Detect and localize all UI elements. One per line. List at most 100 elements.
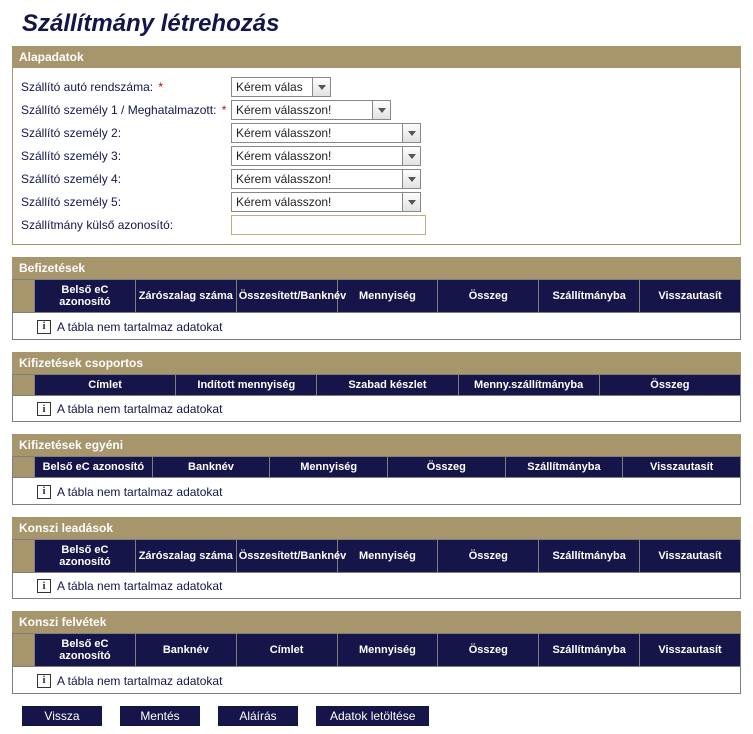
- empty-msg: i A tábla nem tartalmaz adatokat: [37, 485, 222, 499]
- col-header: Összeg: [599, 374, 740, 395]
- row-person5: Szállító személy 5: Kérem válasszon!: [21, 192, 732, 212]
- table-befizetesek: Belső eC azonosító Zárószalag száma Össz…: [12, 279, 741, 340]
- empty-msg-text: A tábla nem tartalmaz adatokat: [57, 402, 222, 416]
- section-basic-body: Szállító autó rendszáma: * Kérem válas S…: [12, 68, 741, 245]
- col-header: Szállítmányba: [539, 634, 640, 667]
- label-person3: Szállító személy 3:: [21, 149, 231, 163]
- table-header-row: Belső eC azonosító Zárószalag száma Össz…: [13, 280, 741, 313]
- chevron-down-icon: [372, 101, 390, 119]
- col-checkbox: [13, 539, 35, 572]
- table-kifiz-egyeni: Belső eC azonosító Banknév Mennyiség Öss…: [12, 456, 741, 505]
- select-plate-value: Kérem válas: [236, 80, 303, 94]
- table-kifiz-csoportos: Címlet Indított mennyiség Szabad készlet…: [12, 374, 741, 423]
- label-person1: Szállító személy 1 / Meghatalmazott: *: [21, 103, 231, 117]
- label-person4: Szállító személy 4:: [21, 172, 231, 186]
- input-extid[interactable]: [231, 215, 426, 235]
- section-basic: Alapadatok Szállító autó rendszáma: * Ké…: [12, 46, 741, 245]
- select-plate[interactable]: Kérem válas: [231, 77, 331, 97]
- col-header: Menny.szállítmányba: [458, 374, 599, 395]
- table-row: i A tábla nem tartalmaz adatokat: [13, 395, 741, 422]
- section-befizetesek-title: Befizetések: [12, 257, 741, 279]
- save-button[interactable]: Mentés: [120, 706, 200, 726]
- select-person4[interactable]: Kérem válasszon!: [231, 169, 421, 189]
- table-header-row: Címlet Indított mennyiség Szabad készlet…: [13, 374, 741, 395]
- col-header: Összeg: [438, 539, 539, 572]
- col-header: Visszautasít: [640, 634, 741, 667]
- label-person1-text: Szállító személy 1 / Meghatalmazott:: [21, 103, 216, 117]
- chevron-down-icon: [402, 193, 420, 211]
- empty-msg: i A tábla nem tartalmaz adatokat: [37, 402, 222, 416]
- col-header: Visszautasít: [640, 539, 741, 572]
- required-star: *: [222, 103, 227, 117]
- info-icon: i: [37, 579, 51, 593]
- section-konszi-leadasok: Konszi leadások Belső eC azonosító Zárós…: [12, 517, 741, 600]
- select-person5[interactable]: Kérem válasszon!: [231, 192, 421, 212]
- section-basic-title: Alapadatok: [12, 46, 741, 68]
- section-kifiz-egyeni-title: Kifizetések egyéni: [12, 434, 741, 456]
- col-header: Összeg: [438, 634, 539, 667]
- col-header: Mennyiség: [270, 457, 388, 478]
- select-person2[interactable]: Kérem válasszon!: [231, 123, 421, 143]
- row-person4: Szállító személy 4: Kérem válasszon!: [21, 169, 732, 189]
- chevron-down-icon: [402, 170, 420, 188]
- col-header: Zárószalag száma: [135, 539, 236, 572]
- table-row: i A tábla nem tartalmaz adatokat: [13, 478, 741, 505]
- row-plate: Szállító autó rendszáma: * Kérem válas: [21, 77, 732, 97]
- sign-button[interactable]: Aláírás: [218, 706, 298, 726]
- empty-msg-text: A tábla nem tartalmaz adatokat: [57, 674, 222, 688]
- section-konszi-felvetek: Konszi felvétek Belső eC azonosító Bankn…: [12, 611, 741, 694]
- row-person2: Szállító személy 2: Kérem válasszon!: [21, 123, 732, 143]
- table-row: i A tábla nem tartalmaz adatokat: [13, 572, 741, 599]
- col-header: Címlet: [236, 634, 337, 667]
- col-header: Visszautasít: [640, 280, 741, 313]
- info-icon: i: [37, 485, 51, 499]
- label-person2: Szállító személy 2:: [21, 126, 231, 140]
- section-kifiz-egyeni: Kifizetések egyéni Belső eC azonosító Ba…: [12, 434, 741, 505]
- col-header: Belső eC azonosító: [35, 634, 136, 667]
- table-row: i A tábla nem tartalmaz adatokat: [13, 667, 741, 694]
- col-header: Címlet: [35, 374, 176, 395]
- col-header: Szabad készlet: [317, 374, 458, 395]
- label-extid: Szállítmány külső azonosító:: [21, 218, 231, 232]
- download-button[interactable]: Adatok letöltése: [316, 706, 429, 726]
- select-person2-value: Kérem válasszon!: [236, 126, 331, 140]
- col-header: Banknév: [135, 634, 236, 667]
- table-konszi-leadasok: Belső eC azonosító Zárószalag száma Össz…: [12, 539, 741, 600]
- select-person5-value: Kérem válasszon!: [236, 195, 331, 209]
- select-person1-value: Kérem válasszon!: [236, 103, 331, 117]
- col-checkbox: [13, 374, 35, 395]
- select-person1[interactable]: Kérem válasszon!: [231, 100, 391, 120]
- select-person3[interactable]: Kérem válasszon!: [231, 146, 421, 166]
- button-row: Vissza Mentés Aláírás Adatok letöltése: [12, 706, 741, 726]
- section-konszi-felvetek-title: Konszi felvétek: [12, 611, 741, 633]
- chevron-down-icon: [402, 147, 420, 165]
- col-header: Visszautasít: [623, 457, 741, 478]
- col-checkbox: [13, 457, 35, 478]
- page-title: Szállítmány létrehozás: [22, 10, 741, 38]
- col-header: Banknév: [152, 457, 270, 478]
- info-icon: i: [37, 402, 51, 416]
- table-konszi-felvetek: Belső eC azonosító Banknév Címlet Mennyi…: [12, 633, 741, 694]
- col-header: Szállítmányba: [505, 457, 623, 478]
- empty-msg-text: A tábla nem tartalmaz adatokat: [57, 485, 222, 499]
- col-header: Összesített/Banknév: [236, 280, 337, 313]
- col-header: Összeg: [438, 280, 539, 313]
- empty-msg: i A tábla nem tartalmaz adatokat: [37, 579, 222, 593]
- empty-msg-text: A tábla nem tartalmaz adatokat: [57, 579, 222, 593]
- label-plate-text: Szállító autó rendszáma:: [21, 80, 153, 94]
- empty-msg-text: A tábla nem tartalmaz adatokat: [57, 320, 222, 334]
- section-befizetesek: Befizetések Belső eC azonosító Zárószala…: [12, 257, 741, 340]
- col-header: Mennyiség: [337, 280, 438, 313]
- col-checkbox: [13, 634, 35, 667]
- required-star: *: [158, 80, 163, 94]
- select-person4-value: Kérem válasszon!: [236, 172, 331, 186]
- label-person5: Szállító személy 5:: [21, 195, 231, 209]
- col-header: Belső eC azonosító: [35, 539, 136, 572]
- col-header: Zárószalag száma: [135, 280, 236, 313]
- row-person1: Szállító személy 1 / Meghatalmazott: * K…: [21, 100, 732, 120]
- col-header: Összesített/Banknév: [236, 539, 337, 572]
- back-button[interactable]: Vissza: [22, 706, 102, 726]
- info-icon: i: [37, 320, 51, 334]
- table-header-row: Belső eC azonosító Zárószalag száma Össz…: [13, 539, 741, 572]
- col-header: Szállítmányba: [539, 280, 640, 313]
